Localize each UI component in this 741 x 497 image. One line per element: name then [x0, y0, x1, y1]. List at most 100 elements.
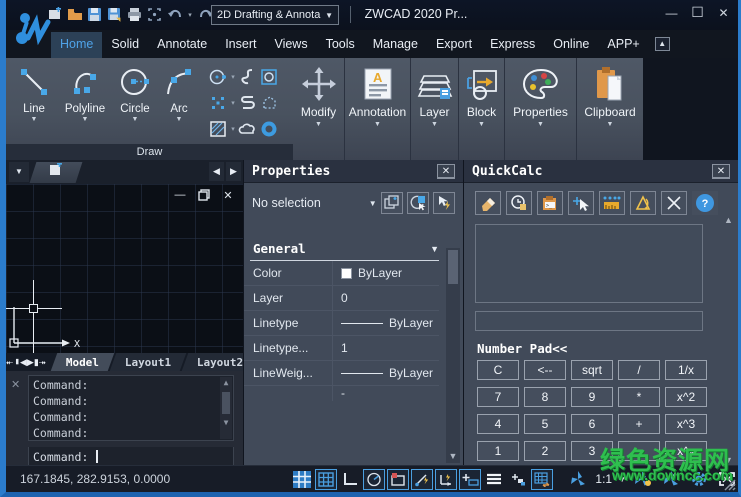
viewport-icon[interactable]	[531, 469, 553, 490]
chevron-down-icon[interactable]: ▾	[229, 99, 237, 107]
key-3[interactable]: 3	[571, 441, 613, 461]
chevron-down-icon[interactable]: ▾	[229, 73, 237, 81]
key-subtract[interactable]: -	[618, 441, 660, 461]
circle-tool-button[interactable]: Circle ▼	[112, 60, 158, 144]
property-row-lineweight[interactable]: LineWeig... ByLayer	[244, 361, 439, 386]
quickcalc-input[interactable]	[475, 311, 703, 331]
chevron-down-icon[interactable]: ▼	[132, 116, 139, 123]
key-2[interactable]: 2	[524, 441, 566, 461]
property-row-linetype-scale[interactable]: Linetype... 1	[244, 336, 439, 361]
key-multiply[interactable]: *	[618, 387, 660, 407]
undo-icon[interactable]	[166, 6, 183, 23]
layer-panel-button[interactable]: Layer ▼	[411, 58, 459, 160]
property-row-layer[interactable]: Layer 0	[244, 286, 439, 311]
snap-icon[interactable]	[291, 469, 313, 490]
pickadd-toggle-icon[interactable]	[433, 192, 455, 214]
print-icon[interactable]	[126, 6, 143, 23]
open-icon[interactable]	[66, 6, 83, 23]
angle-icon[interactable]	[630, 191, 656, 215]
maximize-button[interactable]: ☐	[689, 4, 706, 21]
tab-model[interactable]: Model	[51, 353, 115, 371]
plot-frame-icon[interactable]	[146, 6, 163, 23]
object-snap-tracking-icon[interactable]	[411, 469, 433, 490]
property-row-partial[interactable]: -	[244, 386, 439, 401]
revision-cloud-icon[interactable]	[238, 121, 258, 137]
dynamic-ucs-icon[interactable]	[435, 469, 457, 490]
general-section-header[interactable]: General ▼	[253, 241, 439, 256]
clipboard-panel-button[interactable]: Clipboard ▼	[577, 58, 643, 160]
quick-select-icon[interactable]	[407, 192, 429, 214]
minimize-button[interactable]: —	[663, 4, 680, 21]
property-row-linetype[interactable]: Linetype ByLayer	[244, 311, 439, 336]
annotation-panel-button[interactable]: A Annotation ▼	[345, 58, 411, 160]
scroll-down-icon[interactable]: ▼	[446, 451, 460, 461]
key-4[interactable]: 4	[477, 414, 519, 434]
undo-dropdown-icon[interactable]: ▾	[186, 11, 194, 19]
drawing-viewport[interactable]: — ✕ X	[6, 184, 243, 353]
key-clear[interactable]: C	[477, 360, 519, 380]
block-panel-button[interactable]: Block ▼	[459, 58, 505, 160]
ortho-icon[interactable]	[339, 469, 361, 490]
scroll-down-icon[interactable]: ▼	[722, 455, 735, 465]
autoscale-icon[interactable]	[660, 469, 682, 490]
paste-to-command-icon[interactable]: >_	[537, 191, 563, 215]
history-icon[interactable]	[506, 191, 532, 215]
key-1[interactable]: 1	[477, 441, 519, 461]
tab-export[interactable]: Export	[427, 32, 481, 58]
viewport-restore-icon[interactable]	[197, 188, 211, 202]
command-scrollbar[interactable]: ▲ ▼	[220, 377, 232, 439]
scroll-up-icon[interactable]: ▲	[220, 377, 232, 389]
key-6[interactable]: 6	[571, 414, 613, 434]
donut-icon[interactable]	[260, 120, 278, 138]
tab-manage[interactable]: Manage	[364, 32, 427, 58]
chevron-down-icon[interactable]: ▾	[229, 125, 237, 133]
tab-views[interactable]: Views	[265, 32, 316, 58]
tab-layout1[interactable]: Layout1	[110, 353, 187, 371]
selection-cycling-icon[interactable]	[507, 469, 529, 490]
key-sqrt[interactable]: sqrt	[571, 360, 613, 380]
key-7[interactable]: 7	[477, 387, 519, 407]
resize-grip[interactable]	[722, 477, 736, 491]
tab-annotate[interactable]: Annotate	[148, 32, 216, 58]
property-row-color[interactable]: Color ByLayer	[244, 261, 439, 286]
first-tab-icon[interactable]: ⯬▮	[6, 357, 20, 368]
next-tab-icon[interactable]: ▶	[27, 357, 34, 368]
clear-icon[interactable]	[475, 191, 501, 215]
quickcalc-header[interactable]: QuickCalc ✕	[464, 160, 738, 183]
ellipse-icon[interactable]	[209, 68, 227, 86]
intersection-icon[interactable]	[661, 191, 687, 215]
properties-scrollbar[interactable]: ▼	[446, 248, 460, 463]
workspace-dropdown[interactable]: 2D Drafting & Annota ▼	[211, 5, 339, 25]
key-reciprocal[interactable]: 1/x	[665, 360, 707, 380]
key-square[interactable]: x^2	[665, 387, 707, 407]
tab-solid[interactable]: Solid	[102, 32, 148, 58]
help-icon[interactable]: ?	[692, 191, 718, 215]
get-coordinates-icon[interactable]	[568, 191, 594, 215]
select-objects-icon[interactable]	[381, 192, 403, 214]
workspace-icon[interactable]	[567, 469, 589, 490]
chevron-down-icon[interactable]: ▼	[82, 116, 89, 123]
region-icon[interactable]	[260, 68, 278, 86]
point-icon[interactable]	[209, 94, 227, 112]
spline-icon[interactable]	[239, 68, 257, 86]
save-as-icon[interactable]	[106, 6, 123, 23]
key-cube[interactable]: x^3	[665, 414, 707, 434]
command-input[interactable]: Command:	[28, 447, 234, 467]
viewport-minimize-icon[interactable]: —	[173, 188, 187, 202]
command-close-icon[interactable]: ✕	[11, 378, 20, 391]
tab-insert[interactable]: Insert	[216, 32, 265, 58]
line-tool-button[interactable]: Line ▼	[10, 60, 58, 144]
scroll-left-icon[interactable]: ◀	[209, 162, 224, 181]
dynamic-input-icon[interactable]	[459, 469, 481, 490]
annotation-visibility-icon[interactable]	[632, 469, 654, 490]
key-5[interactable]: 5	[524, 414, 566, 434]
document-list-dropdown-icon[interactable]: ▼	[9, 162, 29, 182]
save-icon[interactable]	[86, 6, 103, 23]
last-tab-icon[interactable]: ▮⯮	[34, 357, 46, 368]
key-add[interactable]: +	[618, 414, 660, 434]
object-snap-icon[interactable]	[387, 469, 409, 490]
polyline-tool-button[interactable]: Polyline ▼	[58, 60, 112, 144]
prev-tab-icon[interactable]: ◀	[20, 357, 27, 368]
key-backspace[interactable]: <--	[524, 360, 566, 380]
menu-icon[interactable]	[483, 469, 505, 490]
